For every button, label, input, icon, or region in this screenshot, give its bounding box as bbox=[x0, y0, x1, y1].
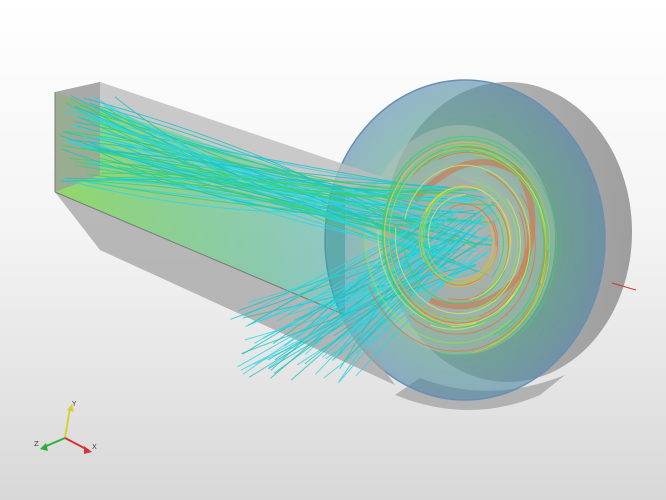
y-axis-line bbox=[64, 407, 71, 439]
x-axis-label: X bbox=[92, 443, 97, 451]
inlet-duct bbox=[54, 82, 395, 385]
x-axis-arrow bbox=[84, 446, 92, 454]
z-axis-label: Z bbox=[34, 440, 39, 448]
3d-viewport[interactable]: Y X Z bbox=[0, 0, 666, 500]
axes-triad: Y X Z bbox=[34, 400, 97, 454]
z-axis-arrow bbox=[40, 443, 48, 451]
cfd-scene: Y X Z bbox=[34, 79, 637, 454]
z-axis-line bbox=[43, 437, 66, 448]
y-axis-label: Y bbox=[71, 400, 77, 408]
